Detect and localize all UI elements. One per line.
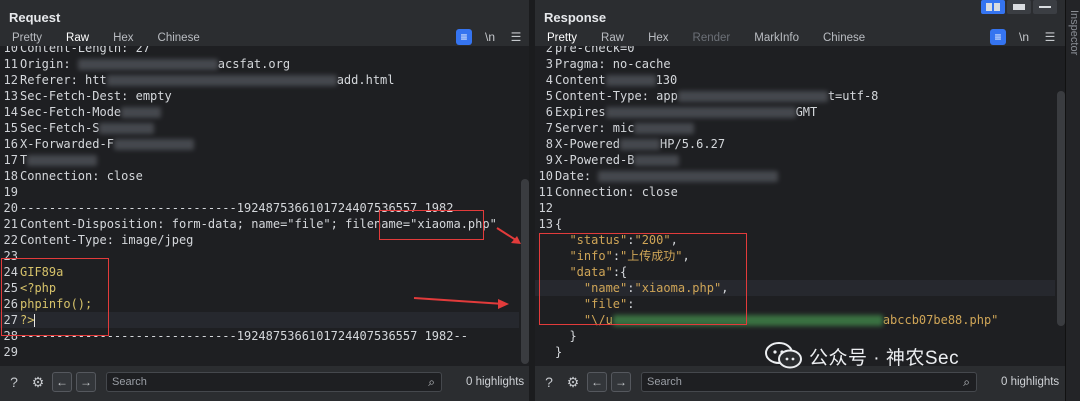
code-line: 10 Content-Length: 27 (3, 46, 151, 55)
code-line: 13 Sec-Fetch-Dest: empty (3, 89, 172, 103)
chat-logo-icon (765, 341, 803, 371)
layout-stacked-icon[interactable] (1007, 0, 1031, 14)
search-icon: ⌕ (963, 375, 970, 389)
redacted-block (27, 155, 98, 166)
request-scrollbar[interactable] (521, 179, 529, 364)
code-line: 12 (538, 201, 553, 215)
response-title: Response (544, 10, 607, 25)
request-pane: Request Pretty Raw Hex Chinese ≡ \n ☰ 10… (0, 0, 529, 401)
code-line: 5 Content-Type: app t=utf-8 (545, 89, 879, 103)
code-line: 8 X-Powered HP/5.6.27 (545, 137, 726, 151)
request-search-input[interactable] (107, 373, 441, 391)
redacted-block (605, 75, 656, 86)
redacted-block (620, 139, 661, 150)
redacted-block (598, 171, 779, 182)
settings-gear-icon[interactable]: ⚙ (563, 372, 583, 392)
previous-match-button[interactable]: ← (52, 372, 72, 392)
code-line: 26 phpinfo(); (3, 297, 93, 311)
code-line: 23 (3, 249, 18, 263)
code-line: 24 GIF89a (3, 265, 64, 279)
code-line: 2 pre-check=0 (545, 46, 635, 55)
menu-icon[interactable]: ☰ (508, 29, 524, 45)
help-icon[interactable]: ? (539, 372, 559, 392)
layout-side-by-side-icon[interactable] (981, 0, 1005, 14)
redacted-block (106, 75, 337, 86)
json-line: "name":"xiaoma.php", (535, 280, 1055, 297)
json-line: "info":"上传成功", (569, 249, 690, 263)
response-scrollbar[interactable] (1057, 91, 1065, 326)
layout-toggle-group (981, 0, 1057, 14)
response-editor[interactable]: 2 pre-check=0 3 Pragma: no-cache 4 Content 1… (535, 46, 1065, 366)
response-tools: ≡ \n ☰ (990, 29, 1058, 45)
code-line: 10 Date: (535, 168, 1055, 184)
previous-match-button[interactable]: ← (587, 372, 607, 392)
response-search-field[interactable]: ⌕ (641, 372, 977, 392)
code-line: 12 Referer: htt add.html (3, 73, 395, 87)
code-line: 11 Origin: acsfat.org (3, 57, 291, 71)
wrap-lines-icon[interactable]: ≡ (456, 29, 472, 45)
wrap-lines-icon[interactable]: ≡ (990, 29, 1006, 45)
next-match-button[interactable]: → (611, 372, 631, 392)
code-line: 14 Sec-Fetch-Mode (0, 104, 519, 120)
json-line: "data":{ (569, 265, 628, 279)
json-line: "file": (583, 297, 635, 311)
code-line: 21 Content-Disposition: form-data; name="… (3, 217, 497, 231)
code-line: 19 (3, 185, 18, 199)
code-line: 17 T (0, 152, 519, 168)
code-line: 28 ------------------------------19248753… (3, 329, 468, 343)
watermark-text: 公众号 · 神农Sec (809, 347, 960, 369)
help-icon[interactable]: ? (4, 372, 24, 392)
search-icon: ⌕ (428, 375, 435, 389)
inspector-label: Inspector (1068, 10, 1080, 56)
code-line: 9 X-Powered-B (535, 152, 1055, 168)
redacted-block (634, 155, 680, 166)
redacted-block (677, 91, 828, 102)
code-line: 11 Connection: close (538, 185, 678, 199)
redacted-block (99, 123, 155, 134)
request-editor[interactable]: 10 Content-Length: 27 11 Origin: acsfat.or… (0, 46, 529, 366)
text-caret (34, 314, 36, 327)
inspector-side-tab[interactable]: Inspector (1065, 0, 1080, 401)
code-line: 27 ?> (0, 312, 519, 329)
request-tools: ≡ \n ☰ (456, 29, 524, 45)
code-line: 22 Content-Type: image/jpeg (3, 233, 194, 247)
watermark: 公众号 · 神农Sec (765, 341, 959, 371)
response-highlight-count: 0 highlights (1001, 376, 1060, 388)
code-line: 3 Pragma: no-cache (545, 57, 671, 71)
code-line: 4 Content 130 (545, 73, 678, 87)
json-line: "\/u abccb07be88.php" (583, 313, 999, 327)
newline-toggle-icon[interactable]: \n (482, 29, 498, 45)
layout-single-icon[interactable] (1033, 0, 1057, 14)
response-bottom-bar: ? ⚙ ← → ⌕ 0 highlights (535, 368, 1065, 396)
redacted-block (634, 123, 695, 134)
code-line: 6 Expires GMT (545, 105, 818, 119)
next-match-button[interactable]: → (76, 372, 96, 392)
redacted-block (121, 107, 162, 118)
redacted-block (605, 107, 796, 118)
menu-icon[interactable]: ☰ (1042, 29, 1058, 45)
request-bottom-bar: ? ⚙ ← → ⌕ 0 highlights (0, 368, 529, 396)
code-line: 13{ (538, 217, 563, 231)
code-line: 16 X-Forwarded-F (0, 136, 519, 152)
code-line: 25 <?php (3, 281, 57, 295)
code-line: 18 Connection: close (3, 169, 143, 183)
settings-gear-icon[interactable]: ⚙ (28, 372, 48, 392)
redacted-block (612, 315, 883, 326)
code-line: 29 (3, 345, 18, 359)
request-title: Request (9, 10, 61, 25)
redacted-block (113, 139, 194, 150)
response-search-input[interactable] (642, 373, 976, 391)
request-highlight-count: 0 highlights (466, 376, 525, 388)
newline-toggle-icon[interactable]: \n (1016, 29, 1032, 45)
code-line: 7 Server: mic (535, 120, 1055, 136)
request-search-field[interactable]: ⌕ (106, 372, 442, 392)
json-line: "status":"200", (569, 233, 678, 247)
redacted-block (77, 59, 218, 70)
code-line: 20 ------------------------------19248753… (3, 201, 454, 215)
code-line: 15 Sec-Fetch-S (0, 120, 519, 136)
